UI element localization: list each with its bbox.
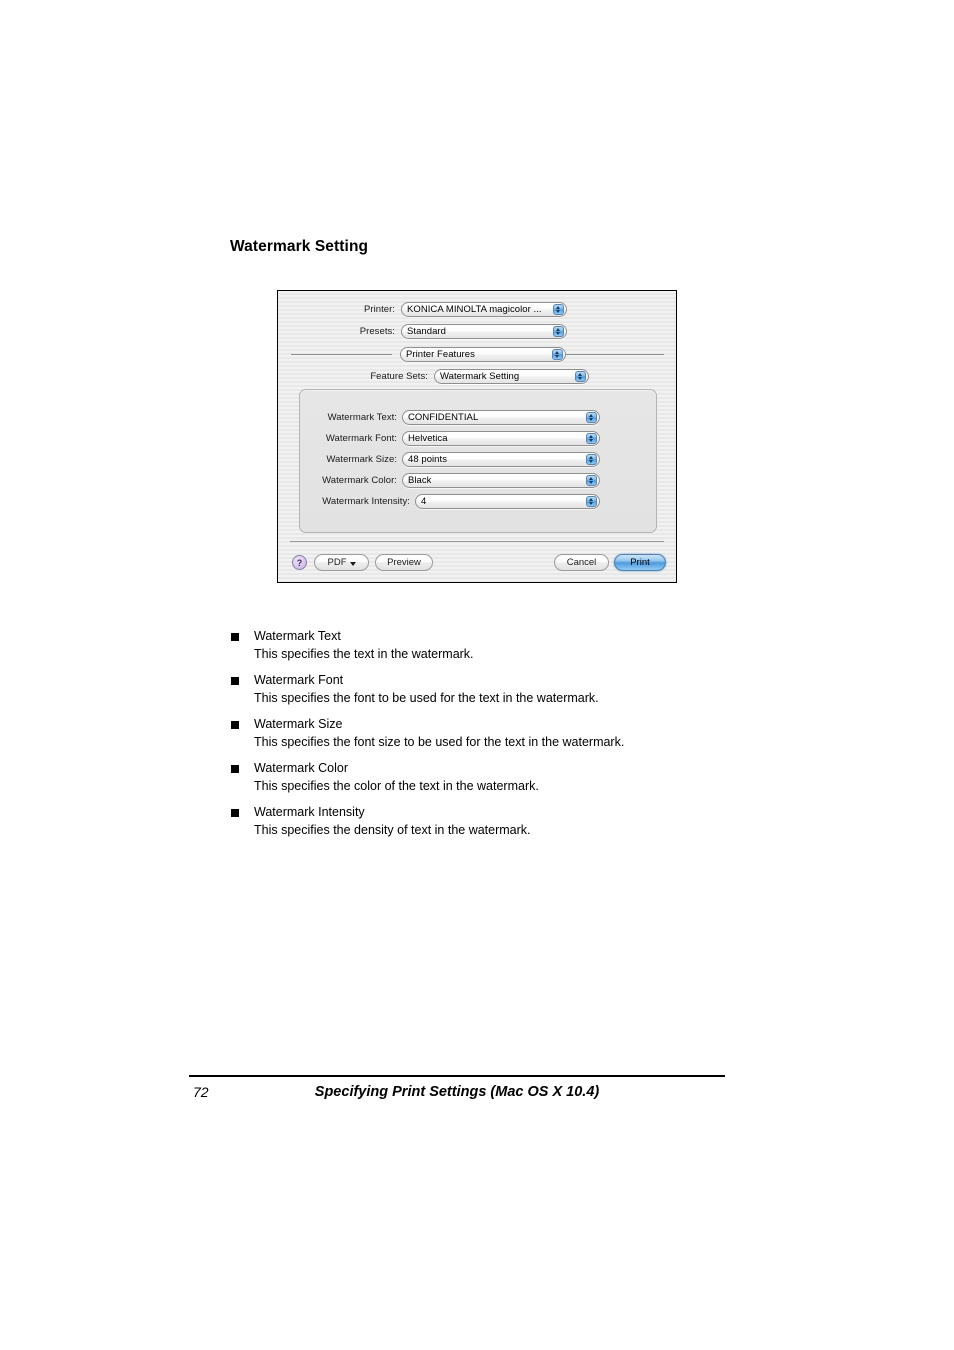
watermark-intensity-label: Watermark Intensity: bbox=[322, 496, 410, 507]
list-item-description: This specifies the font size to be used … bbox=[254, 734, 625, 749]
watermark-color-value: Black bbox=[408, 475, 432, 486]
cancel-button[interactable]: Cancel bbox=[554, 554, 609, 571]
page-title: Watermark Setting bbox=[230, 238, 369, 255]
presets-popup[interactable]: Standard bbox=[401, 324, 567, 339]
list-item-term: Watermark Text bbox=[254, 629, 341, 643]
watermark-font-label: Watermark Font: bbox=[325, 433, 397, 444]
watermark-color-label: Watermark Color: bbox=[322, 475, 397, 486]
print-button-label: Print bbox=[630, 557, 650, 568]
watermark-intensity-row: Watermark Intensity: 4 bbox=[300, 494, 645, 509]
printer-popup[interactable]: KONICA MINOLTA magicolor ... bbox=[401, 302, 567, 317]
print-button[interactable]: Print bbox=[614, 554, 666, 571]
watermark-intensity-popup[interactable]: 4 bbox=[415, 494, 600, 509]
cancel-button-label: Cancel bbox=[566, 557, 597, 568]
printer-label: Printer: bbox=[363, 304, 395, 315]
printer-popup-value: KONICA MINOLTA magicolor ... bbox=[407, 304, 542, 315]
watermark-color-row: Watermark Color: Black bbox=[300, 473, 640, 488]
description-list: Watermark Text This specifies the text i… bbox=[231, 628, 711, 848]
watermark-size-label: Watermark Size: bbox=[326, 454, 397, 465]
watermark-text-popup[interactable]: CONFIDENTIAL bbox=[402, 410, 600, 425]
preview-button[interactable]: Preview bbox=[375, 554, 433, 571]
chevron-updown-icon bbox=[553, 326, 564, 337]
list-item: Watermark Font This specifies the font t… bbox=[231, 672, 711, 707]
pane-popup-value: Printer Features bbox=[406, 349, 475, 360]
watermark-text-label: Watermark Text: bbox=[327, 412, 397, 423]
list-item-description: This specifies the font to be used for t… bbox=[254, 690, 599, 705]
list-item-term: Watermark Color bbox=[254, 761, 348, 775]
chevron-updown-icon bbox=[586, 475, 597, 486]
help-button[interactable]: ? bbox=[292, 555, 307, 570]
presets-row: Presets: Standard bbox=[278, 324, 568, 339]
dialog-footer-divider bbox=[290, 541, 664, 542]
list-item-term: Watermark Size bbox=[254, 717, 343, 731]
separator-right bbox=[561, 354, 664, 355]
pane-popup[interactable]: Printer Features bbox=[400, 347, 566, 362]
printer-row: Printer: KONICA MINOLTA magicolor ... bbox=[278, 302, 568, 317]
list-item-term: Watermark Intensity bbox=[254, 805, 365, 819]
chevron-updown-icon bbox=[575, 371, 586, 382]
caret-down-icon bbox=[349, 561, 356, 566]
square-bullet-icon bbox=[231, 677, 239, 685]
presets-popup-value: Standard bbox=[407, 326, 446, 337]
square-bullet-icon bbox=[231, 633, 239, 641]
list-item: Watermark Size This specifies the font s… bbox=[231, 716, 711, 751]
watermark-size-value: 48 points bbox=[408, 454, 448, 465]
presets-label: Presets: bbox=[359, 326, 395, 337]
watermark-font-popup[interactable]: Helvetica bbox=[402, 431, 600, 446]
list-item-description: This specifies the density of text in th… bbox=[254, 822, 531, 837]
watermark-intensity-value: 4 bbox=[421, 496, 427, 507]
list-item: Watermark Color This specifies the color… bbox=[231, 760, 711, 795]
watermark-size-popup[interactable]: 48 points bbox=[402, 452, 600, 467]
square-bullet-icon bbox=[231, 809, 239, 817]
feature-sets-popup-value: Watermark Setting bbox=[440, 371, 520, 382]
chevron-updown-icon bbox=[586, 454, 597, 465]
print-dialog: Printer: KONICA MINOLTA magicolor ... Pr… bbox=[277, 290, 677, 583]
square-bullet-icon bbox=[231, 765, 239, 773]
list-item: Watermark Text This specifies the text i… bbox=[231, 628, 711, 663]
watermark-text-value: CONFIDENTIAL bbox=[408, 412, 479, 423]
list-item-term: Watermark Font bbox=[254, 673, 344, 687]
feature-sets-popup[interactable]: Watermark Setting bbox=[434, 369, 589, 384]
list-item-description: This specifies the text in the watermark… bbox=[254, 646, 474, 661]
watermark-font-value: Helvetica bbox=[408, 433, 448, 444]
watermark-text-row: Watermark Text: CONFIDENTIAL bbox=[300, 410, 640, 425]
chevron-updown-icon bbox=[553, 304, 564, 315]
list-item-description: This specifies the color of the text in … bbox=[254, 778, 539, 793]
chevron-updown-icon bbox=[552, 349, 563, 360]
pdf-button-label: PDF bbox=[327, 557, 347, 568]
chevron-updown-icon bbox=[586, 412, 597, 423]
watermark-size-row: Watermark Size: 48 points bbox=[300, 452, 640, 467]
watermark-font-row: Watermark Font: Helvetica bbox=[300, 431, 640, 446]
pdf-button[interactable]: PDF bbox=[314, 554, 369, 571]
chevron-updown-icon bbox=[586, 496, 597, 507]
watermark-color-popup[interactable]: Black bbox=[402, 473, 600, 488]
feature-sets-row: Feature Sets: Watermark Setting bbox=[278, 369, 598, 384]
separator-left bbox=[291, 354, 392, 355]
footer-title: Specifying Print Settings (Mac OS X 10.4… bbox=[314, 1084, 600, 1100]
square-bullet-icon bbox=[231, 721, 239, 729]
chevron-updown-icon bbox=[586, 433, 597, 444]
feature-sets-label: Feature Sets: bbox=[370, 371, 428, 382]
footer-divider bbox=[189, 1075, 725, 1077]
preview-button-label: Preview bbox=[387, 557, 421, 568]
help-button-label: ? bbox=[296, 557, 303, 568]
list-item: Watermark Intensity This specifies the d… bbox=[231, 804, 711, 839]
watermark-options-group: Watermark Text: CONFIDENTIAL Watermark F… bbox=[299, 389, 657, 533]
